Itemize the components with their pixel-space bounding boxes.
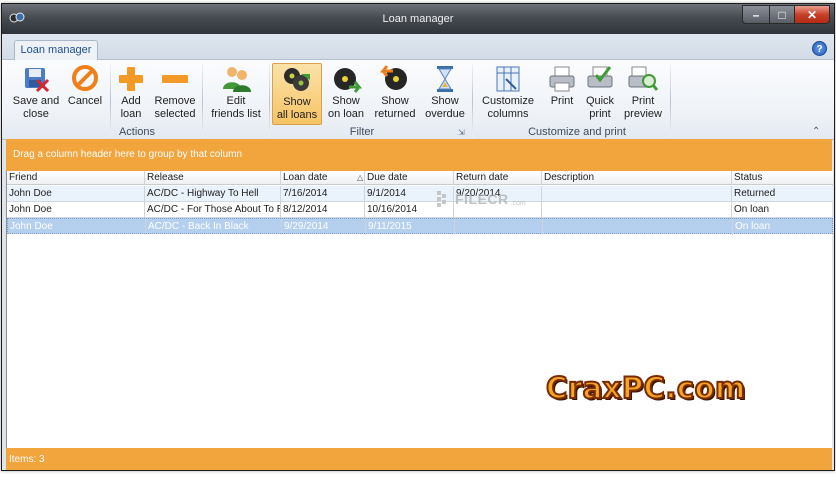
cell-loan-date: 7/16/2014: [281, 186, 365, 202]
show-on-loan-button[interactable]: Show on loan: [324, 63, 368, 125]
cell-release: AC/DC - Highway To Hell: [145, 186, 281, 202]
close-icon: ✕: [806, 7, 818, 22]
cell-description: [542, 202, 732, 218]
cell-release: AC/DC - For Those About To Roc: [145, 202, 281, 218]
overdue-icon: [437, 66, 453, 92]
ribbon-separator: [110, 64, 111, 138]
quick-print-button[interactable]: Quick print: [582, 63, 618, 125]
show-overdue-label: Show overdue: [425, 95, 465, 120]
print-preview-icon: [628, 66, 659, 91]
filecr-watermark-text: FILECR: [455, 190, 509, 207]
column-header-status[interactable]: Status: [732, 171, 833, 185]
cancel-label: Cancel: [67, 95, 103, 107]
filter-dialog-launcher[interactable]: ⇲: [458, 128, 467, 137]
cell-loan-date: 8/12/2014: [281, 202, 365, 218]
table-row-selected[interactable]: John Doe AC/DC - Back In Black 9/29/2014…: [7, 218, 833, 235]
grid-header: Friend Release Loan date Due date Return…: [7, 171, 833, 185]
tab-loan-manager[interactable]: Loan manager: [14, 40, 98, 61]
all-loans-icon: [284, 68, 310, 91]
collapse-ribbon-icon[interactable]: ⌃: [812, 126, 820, 137]
minimize-icon: –: [752, 7, 760, 22]
show-on-loan-label: Show on loan: [327, 95, 365, 120]
on-loan-icon: [334, 68, 362, 93]
remove-icon: [162, 75, 188, 83]
friends-icon: [223, 67, 251, 92]
ribbon-separator: [202, 64, 203, 138]
quick-print-label: Quick print: [585, 95, 615, 120]
cell-release: AC/DC - Back In Black: [146, 219, 282, 235]
add-icon: [119, 67, 143, 91]
edit-friends-list-label: Edit friends list: [211, 95, 261, 120]
print-button[interactable]: Print: [545, 63, 579, 125]
title-bar[interactable]: Loan manager – □ ✕: [2, 4, 834, 34]
window-title: Loan manager: [382, 13, 454, 25]
customize-columns-button[interactable]: Customize columns: [478, 63, 538, 125]
returned-icon: [379, 65, 407, 90]
add-loan-label: Add loan: [120, 95, 142, 120]
column-header-return-date[interactable]: Return date: [454, 171, 542, 185]
save-and-close-label: Save and close: [12, 95, 60, 120]
show-returned-label: Show returned: [374, 95, 416, 120]
cell-return-date: [455, 219, 543, 235]
filecr-watermark: FILECR .com: [437, 190, 526, 207]
column-header-loan-date[interactable]: Loan date: [281, 171, 365, 185]
cell-friend: John Doe: [7, 186, 145, 202]
filecr-logo-icon: [437, 190, 446, 207]
remove-selected-label: Remove selected: [154, 95, 196, 120]
close-button[interactable]: ✕: [794, 5, 830, 24]
group-label-actions: Actions: [118, 126, 156, 138]
cell-status: On loan: [735, 221, 771, 232]
table-row[interactable]: John Doe AC/DC - For Those About To Roc …: [7, 202, 833, 218]
ribbon-separator: [472, 64, 473, 138]
customize-columns-label: Customize columns: [482, 95, 534, 120]
cell-description: [542, 186, 732, 202]
group-label-customize-and-print: Customize and print: [528, 126, 626, 138]
cell-friend: John Doe: [8, 219, 146, 235]
cell-loan-date: 9/29/2014: [282, 219, 366, 235]
print-preview-label: Print preview: [624, 95, 662, 120]
maximize-button[interactable]: □: [769, 5, 795, 24]
group-by-panel[interactable]: Drag a column header here to group by th…: [6, 139, 832, 171]
cell-status: Returned: [734, 188, 776, 199]
column-header-release[interactable]: Release: [145, 171, 281, 185]
cell-description: [543, 219, 733, 235]
maximize-icon: □: [778, 7, 786, 22]
show-overdue-button[interactable]: Show overdue: [422, 63, 468, 125]
print-preview-button[interactable]: Print preview: [622, 63, 664, 125]
loans-grid: Friend Release Loan date Due date Return…: [6, 171, 833, 448]
add-loan-button[interactable]: Add loan: [113, 63, 149, 125]
table-row[interactable]: John Doe AC/DC - Highway To Hell 7/16/20…: [7, 186, 833, 202]
cell-friend: John Doe: [7, 202, 145, 218]
columns-icon: [496, 66, 520, 92]
save-icon: [25, 68, 50, 93]
remove-selected-button[interactable]: Remove selected: [152, 63, 198, 125]
cancel-button[interactable]: Cancel: [64, 63, 106, 125]
filecr-watermark-sub: .com: [510, 200, 526, 207]
column-header-due-date[interactable]: Due date: [365, 171, 454, 185]
cell-status: On loan: [734, 204, 770, 215]
quick-print-icon: [587, 66, 613, 88]
help-icon[interactable]: ?: [812, 41, 827, 56]
cancel-icon: [72, 65, 98, 91]
sort-ascending-icon: △: [357, 173, 364, 182]
group-label-filter: Filter: [349, 126, 375, 138]
show-all-loans-button[interactable]: Show all loans: [272, 63, 322, 125]
edit-friends-list-button[interactable]: Edit friends list: [207, 63, 265, 125]
show-all-loans-label: Show all loans: [276, 96, 318, 121]
ribbon-separator: [269, 64, 270, 138]
craxpc-watermark: CraxPC.com: [545, 370, 746, 406]
column-header-description[interactable]: Description: [542, 171, 732, 185]
minimize-button[interactable]: –: [742, 5, 770, 24]
ribbon-separator: [670, 64, 671, 138]
save-and-close-button[interactable]: Save and close: [12, 63, 60, 125]
print-icon: [549, 66, 575, 92]
column-header-friend[interactable]: Friend: [7, 171, 145, 185]
ribbon-tab-strip: Loan manager ?: [2, 34, 834, 61]
show-returned-button[interactable]: Show returned: [370, 63, 420, 125]
print-label: Print: [550, 95, 574, 107]
cell-due-date: 9/11/2015: [366, 219, 455, 235]
status-bar: Items: 3: [6, 448, 832, 470]
ribbon: Save and close Cancel Add loan Remove se…: [2, 60, 834, 140]
